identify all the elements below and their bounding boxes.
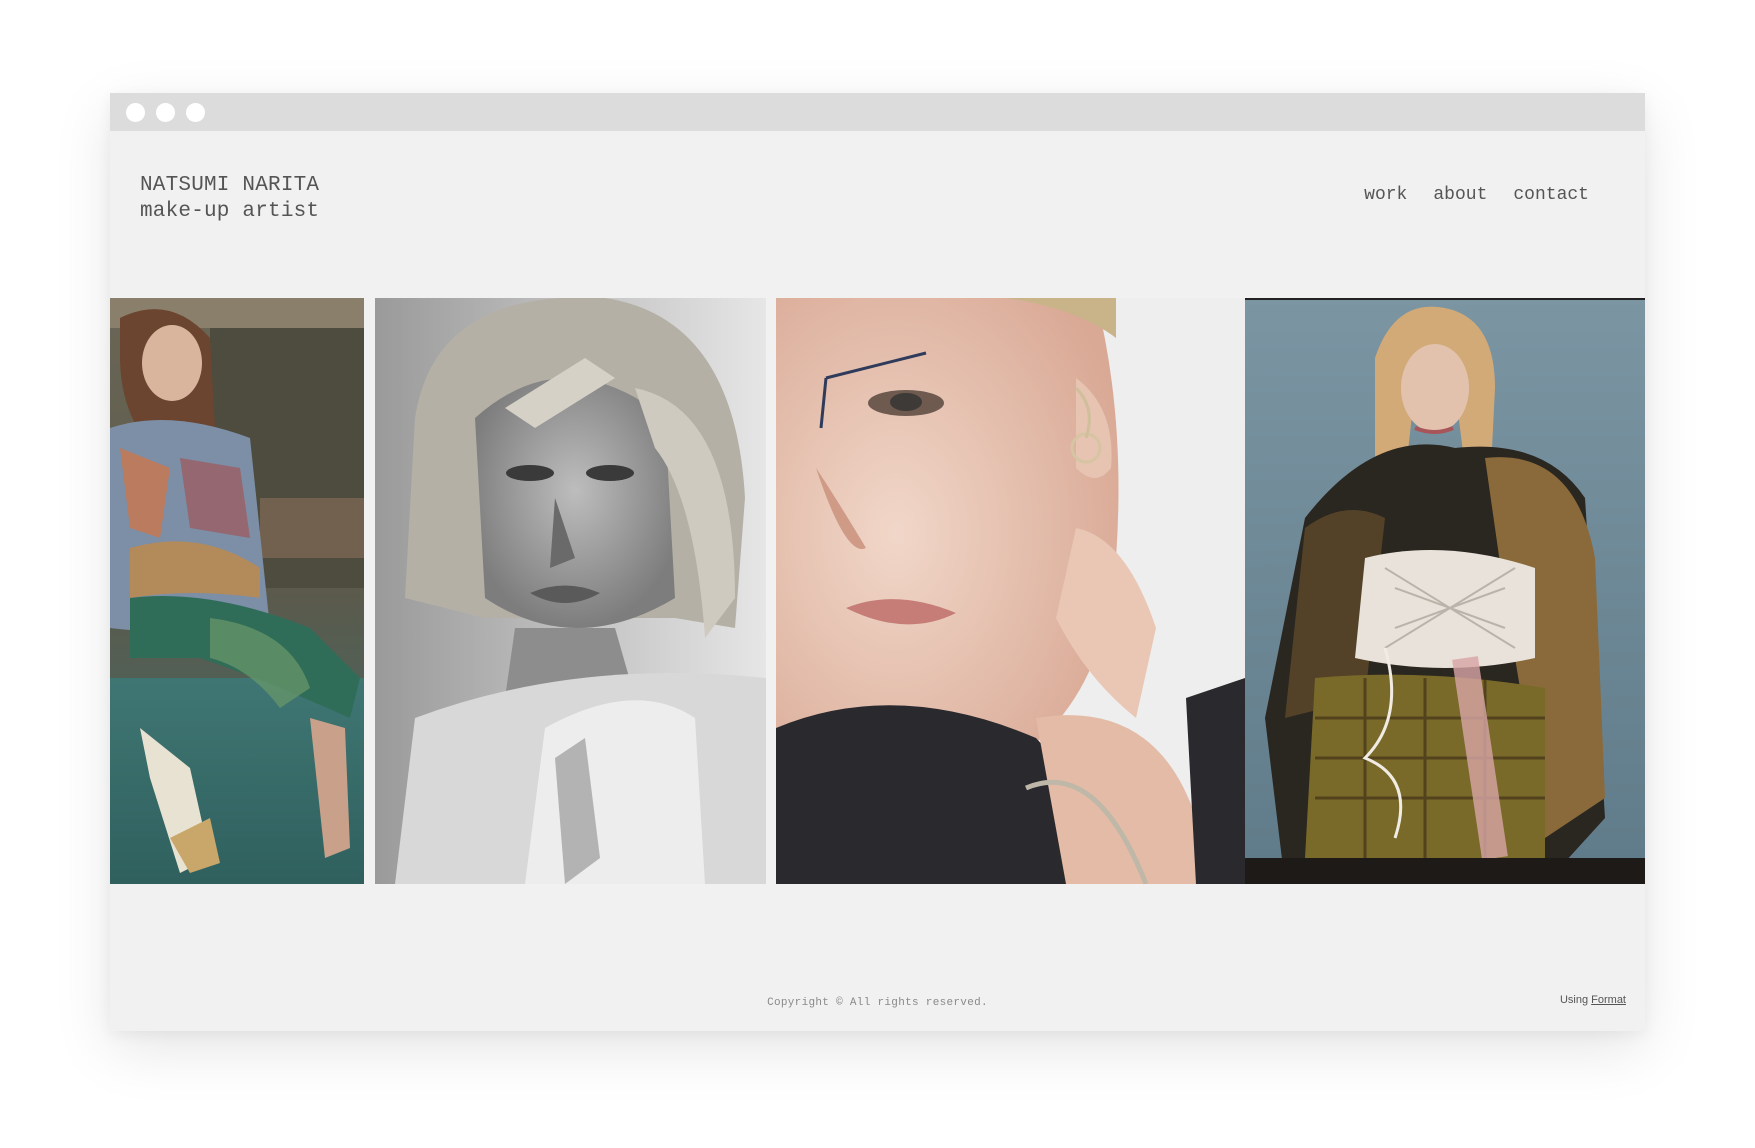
nav-contact-link[interactable]: contact [1513,185,1589,205]
window-close-dot[interactable] [126,103,145,122]
window-minimize-dot[interactable] [156,103,175,122]
gallery-photo-2[interactable] [375,298,766,884]
main-nav: work about contact [1364,185,1589,205]
site-name: NATSUMI NARITA [140,174,320,197]
nav-work-link[interactable]: work [1364,185,1407,205]
footer-copyright: Copyright © All rights reserved. [767,997,988,1009]
site-brand[interactable]: NATSUMI NARITA make-up artist [140,173,319,225]
browser-window: NATSUMI NARITA make-up artist work about… [110,93,1645,1031]
gallery-photo-1[interactable] [110,298,364,884]
footer-using-label: Using [1559,994,1589,1006]
photo-closeup-brow-image [776,298,1245,884]
window-titlebar [110,93,1645,131]
photo-bw-portrait-image [375,298,766,884]
gallery-photo-4[interactable] [1245,298,1645,884]
footer-format-link[interactable]: Format [1591,994,1626,1006]
footer-powered-by: Using Format [1560,994,1626,1006]
photo-corset-coat-image [1245,298,1645,884]
photo-seated-model-image [110,298,364,884]
photo-gallery [110,298,1645,884]
window-maximize-dot[interactable] [186,103,205,122]
site-tagline: make-up artist [140,200,320,223]
nav-about-link[interactable]: about [1433,185,1487,205]
gallery-photo-3[interactable] [776,298,1245,884]
